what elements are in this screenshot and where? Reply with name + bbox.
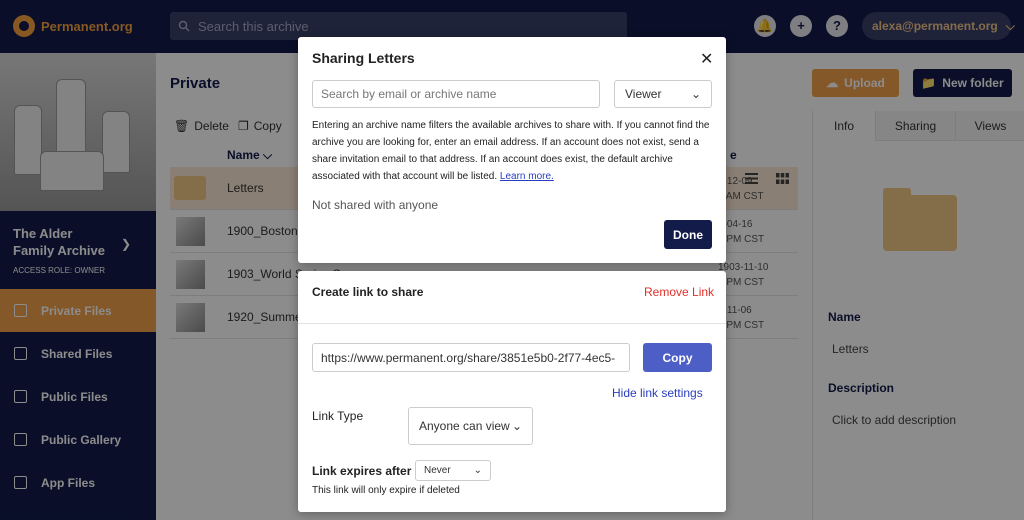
copy-link-button[interactable]: Copy xyxy=(643,343,712,372)
role-value: Viewer xyxy=(625,87,662,101)
share-link-panel: Create link to share Remove Link Copy Hi… xyxy=(298,271,726,512)
remove-link-button[interactable]: Remove Link xyxy=(644,285,714,299)
dialog-title: Sharing Letters xyxy=(312,50,415,66)
link-type-select[interactable]: Anyone can view ⌄ xyxy=(408,407,533,445)
divider xyxy=(298,323,726,324)
share-status: Not shared with anyone xyxy=(312,198,439,212)
link-type-value: Anyone can view xyxy=(419,419,510,433)
sharing-dialog: Sharing Letters ✕ Viewer ⌄ Entering an a… xyxy=(298,37,726,263)
share-search-input[interactable] xyxy=(312,80,600,108)
close-icon[interactable]: ✕ xyxy=(700,49,713,69)
link-type-label: Link Type xyxy=(312,409,364,423)
learn-more-link[interactable]: Learn more. xyxy=(500,171,554,182)
link-panel-title: Create link to share xyxy=(312,285,424,299)
role-select[interactable]: Viewer ⌄ xyxy=(614,80,712,108)
share-link-field[interactable] xyxy=(312,343,630,372)
expires-select[interactable]: Never ⌄ xyxy=(415,460,491,481)
expires-value: Never xyxy=(424,465,451,476)
expires-label: Link expires after xyxy=(312,464,412,478)
chevron-down-icon: ⌄ xyxy=(473,465,482,476)
hide-link-settings-link[interactable]: Hide link settings xyxy=(612,386,703,400)
share-help-text: Entering an archive name filters the ava… xyxy=(312,120,710,182)
done-button[interactable]: Done xyxy=(664,220,712,249)
chevron-down-icon: ⌄ xyxy=(511,419,522,433)
chevron-down-icon: ⌄ xyxy=(690,87,701,101)
expires-note: This link will only expire if deleted xyxy=(312,485,460,496)
